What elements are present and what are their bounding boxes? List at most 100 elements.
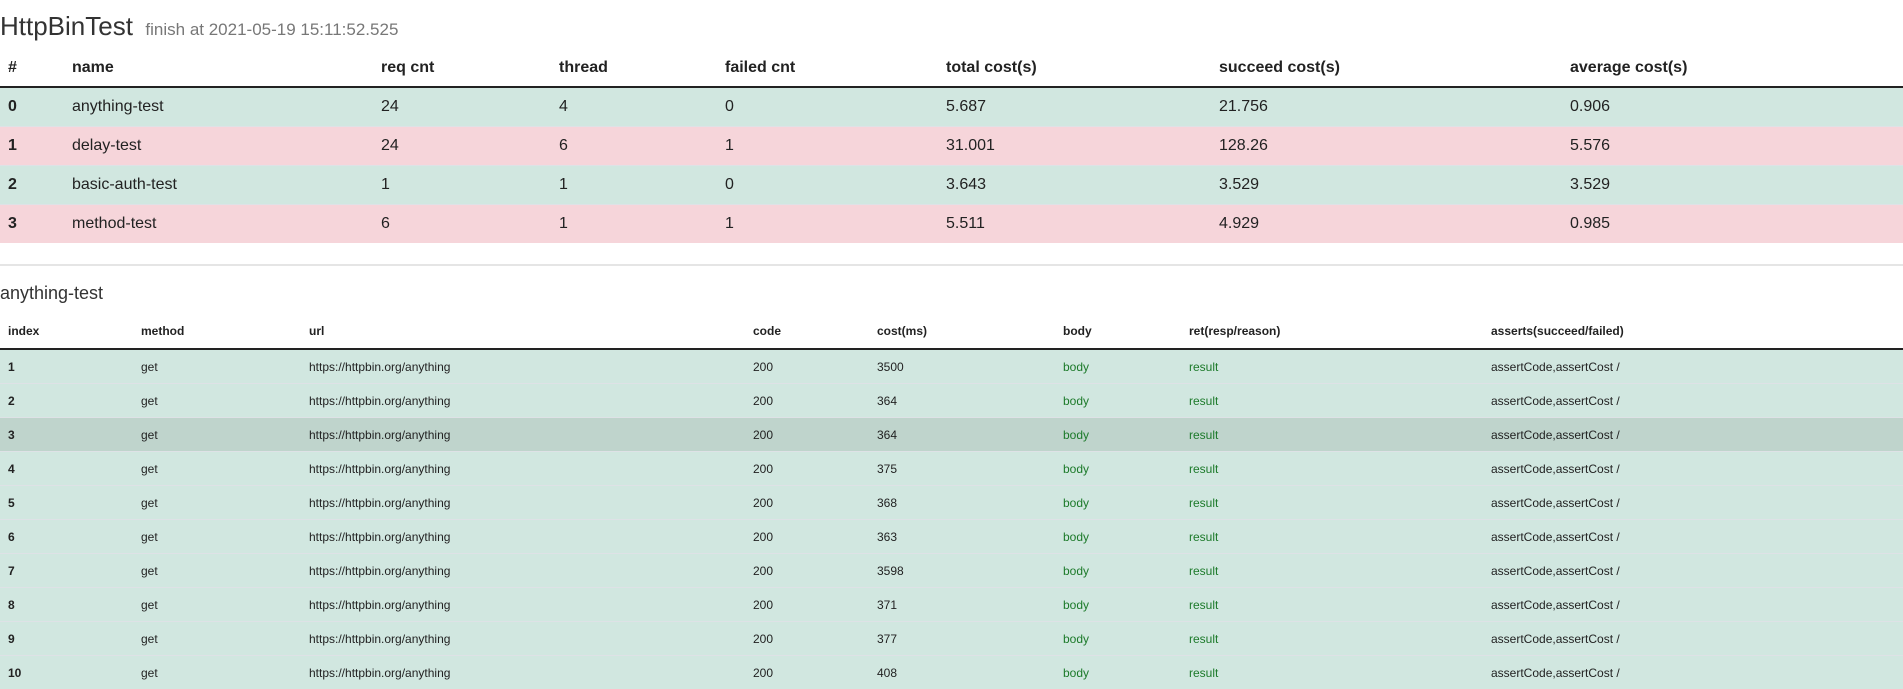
detail-cell-code: 200 bbox=[745, 621, 869, 656]
detail-cell-cost: 3598 bbox=[869, 553, 1055, 588]
detail-row[interactable]: 6 get https://httpbin.org/anything 200 3… bbox=[0, 519, 1903, 554]
detail-cell-method: get bbox=[133, 655, 301, 689]
detail-cell-code: 200 bbox=[745, 587, 869, 622]
detail-cell-index: 7 bbox=[0, 553, 133, 588]
detail-row[interactable]: 2 get https://httpbin.org/anything 200 3… bbox=[0, 383, 1903, 418]
page-header: HttpBinTest finish at 2021-05-19 15:11:5… bbox=[0, 11, 398, 41]
detail-header-row: index method url code cost(ms) body ret(… bbox=[0, 313, 1903, 350]
summary-cell-req-cnt: 1 bbox=[373, 165, 551, 205]
body-link[interactable]: body bbox=[1055, 553, 1181, 588]
detail-row[interactable]: 8 get https://httpbin.org/anything 200 3… bbox=[0, 587, 1903, 622]
summary-cell-average-cost: 0.906 bbox=[1562, 86, 1903, 127]
detail-col-cost: cost(ms) bbox=[869, 313, 1055, 350]
summary-cell-index: 2 bbox=[0, 165, 64, 205]
body-link[interactable]: body bbox=[1055, 451, 1181, 486]
detail-row[interactable]: 10 get https://httpbin.org/anything 200 … bbox=[0, 655, 1903, 689]
summary-cell-name: basic-auth-test bbox=[64, 165, 373, 205]
result-link[interactable]: result bbox=[1181, 587, 1483, 622]
detail-cell-url: https://httpbin.org/anything bbox=[301, 519, 745, 554]
detail-cell-url: https://httpbin.org/anything bbox=[301, 383, 745, 418]
detail-cell-method: get bbox=[133, 621, 301, 656]
summary-row[interactable]: 1 delay-test 24 6 1 31.001 128.26 5.576 bbox=[0, 126, 1903, 166]
summary-cell-name: anything-test bbox=[64, 86, 373, 127]
detail-cell-cost: 364 bbox=[869, 383, 1055, 418]
result-link[interactable]: result bbox=[1181, 553, 1483, 588]
body-link[interactable]: body bbox=[1055, 621, 1181, 656]
result-link[interactable]: result bbox=[1181, 485, 1483, 520]
detail-cell-code: 200 bbox=[745, 553, 869, 588]
detail-cell-method: get bbox=[133, 519, 301, 554]
result-link[interactable]: result bbox=[1181, 383, 1483, 418]
summary-cell-average-cost: 0.985 bbox=[1562, 204, 1903, 243]
detail-col-body: body bbox=[1055, 313, 1181, 350]
summary-cell-index: 1 bbox=[0, 126, 64, 166]
result-link[interactable]: result bbox=[1181, 519, 1483, 554]
detail-cell-asserts: assertCode,assertCost / bbox=[1483, 553, 1903, 588]
body-link[interactable]: body bbox=[1055, 519, 1181, 554]
detail-table: index method url code cost(ms) body ret(… bbox=[0, 313, 1903, 689]
detail-cell-url: https://httpbin.org/anything bbox=[301, 587, 745, 622]
body-link[interactable]: body bbox=[1055, 655, 1181, 689]
summary-row[interactable]: 3 method-test 6 1 1 5.511 4.929 0.985 bbox=[0, 204, 1903, 243]
summary-cell-name: delay-test bbox=[64, 126, 373, 166]
detail-row[interactable]: 9 get https://httpbin.org/anything 200 3… bbox=[0, 621, 1903, 656]
summary-header-row: # name req cnt thread failed cnt total c… bbox=[0, 49, 1903, 88]
summary-cell-thread: 1 bbox=[551, 165, 717, 205]
detail-cell-asserts: assertCode,assertCost / bbox=[1483, 621, 1903, 656]
detail-row[interactable]: 1 get https://httpbin.org/anything 200 3… bbox=[0, 348, 1903, 384]
detail-cell-url: https://httpbin.org/anything bbox=[301, 621, 745, 656]
detail-cell-cost: 375 bbox=[869, 451, 1055, 486]
summary-cell-average-cost: 5.576 bbox=[1562, 126, 1903, 166]
body-link[interactable]: body bbox=[1055, 587, 1181, 622]
summary-cell-thread: 1 bbox=[551, 204, 717, 243]
detail-cell-method: get bbox=[133, 587, 301, 622]
summary-cell-failed-cnt: 1 bbox=[717, 126, 938, 166]
summary-col-req-cnt: req cnt bbox=[373, 49, 551, 88]
detail-cell-code: 200 bbox=[745, 383, 869, 418]
detail-cell-url: https://httpbin.org/anything bbox=[301, 417, 745, 452]
body-link[interactable]: body bbox=[1055, 348, 1181, 384]
detail-cell-asserts: assertCode,assertCost / bbox=[1483, 348, 1903, 384]
detail-cell-asserts: assertCode,assertCost / bbox=[1483, 451, 1903, 486]
summary-row[interactable]: 0 anything-test 24 4 0 5.687 21.756 0.90… bbox=[0, 86, 1903, 127]
result-link[interactable]: result bbox=[1181, 348, 1483, 384]
summary-row[interactable]: 2 basic-auth-test 1 1 0 3.643 3.529 3.52… bbox=[0, 165, 1903, 205]
detail-cell-code: 200 bbox=[745, 348, 869, 384]
detail-cell-url: https://httpbin.org/anything bbox=[301, 485, 745, 520]
detail-cell-asserts: assertCode,assertCost / bbox=[1483, 485, 1903, 520]
detail-cell-index: 8 bbox=[0, 587, 133, 622]
summary-cell-succeed-cost: 4.929 bbox=[1211, 204, 1562, 243]
summary-cell-total-cost: 5.511 bbox=[938, 204, 1211, 243]
detail-row[interactable]: 3 get https://httpbin.org/anything 200 3… bbox=[0, 417, 1903, 452]
body-link[interactable]: body bbox=[1055, 383, 1181, 418]
summary-cell-index: 3 bbox=[0, 204, 64, 243]
detail-cell-method: get bbox=[133, 553, 301, 588]
result-link[interactable]: result bbox=[1181, 655, 1483, 689]
detail-cell-code: 200 bbox=[745, 519, 869, 554]
result-link[interactable]: result bbox=[1181, 621, 1483, 656]
detail-cell-index: 3 bbox=[0, 417, 133, 452]
detail-cell-code: 200 bbox=[745, 451, 869, 486]
result-link[interactable]: result bbox=[1181, 417, 1483, 452]
detail-cell-code: 200 bbox=[745, 485, 869, 520]
section-divider bbox=[0, 264, 1903, 266]
detail-row[interactable]: 4 get https://httpbin.org/anything 200 3… bbox=[0, 451, 1903, 486]
body-link[interactable]: body bbox=[1055, 417, 1181, 452]
summary-col-index: # bbox=[0, 49, 64, 88]
summary-cell-total-cost: 31.001 bbox=[938, 126, 1211, 166]
summary-cell-req-cnt: 6 bbox=[373, 204, 551, 243]
detail-cell-asserts: assertCode,assertCost / bbox=[1483, 383, 1903, 418]
detail-cell-url: https://httpbin.org/anything bbox=[301, 451, 745, 486]
detail-cell-cost: 371 bbox=[869, 587, 1055, 622]
summary-col-total-cost: total cost(s) bbox=[938, 49, 1211, 88]
detail-row[interactable]: 5 get https://httpbin.org/anything 200 3… bbox=[0, 485, 1903, 520]
summary-col-succeed-cost: succeed cost(s) bbox=[1211, 49, 1562, 88]
detail-section-title: anything-test bbox=[0, 283, 104, 303]
detail-row[interactable]: 7 get https://httpbin.org/anything 200 3… bbox=[0, 553, 1903, 588]
detail-cell-method: get bbox=[133, 348, 301, 384]
body-link[interactable]: body bbox=[1055, 485, 1181, 520]
summary-cell-name: method-test bbox=[64, 204, 373, 243]
result-link[interactable]: result bbox=[1181, 451, 1483, 486]
detail-cell-index: 4 bbox=[0, 451, 133, 486]
detail-cell-code: 200 bbox=[745, 655, 869, 689]
